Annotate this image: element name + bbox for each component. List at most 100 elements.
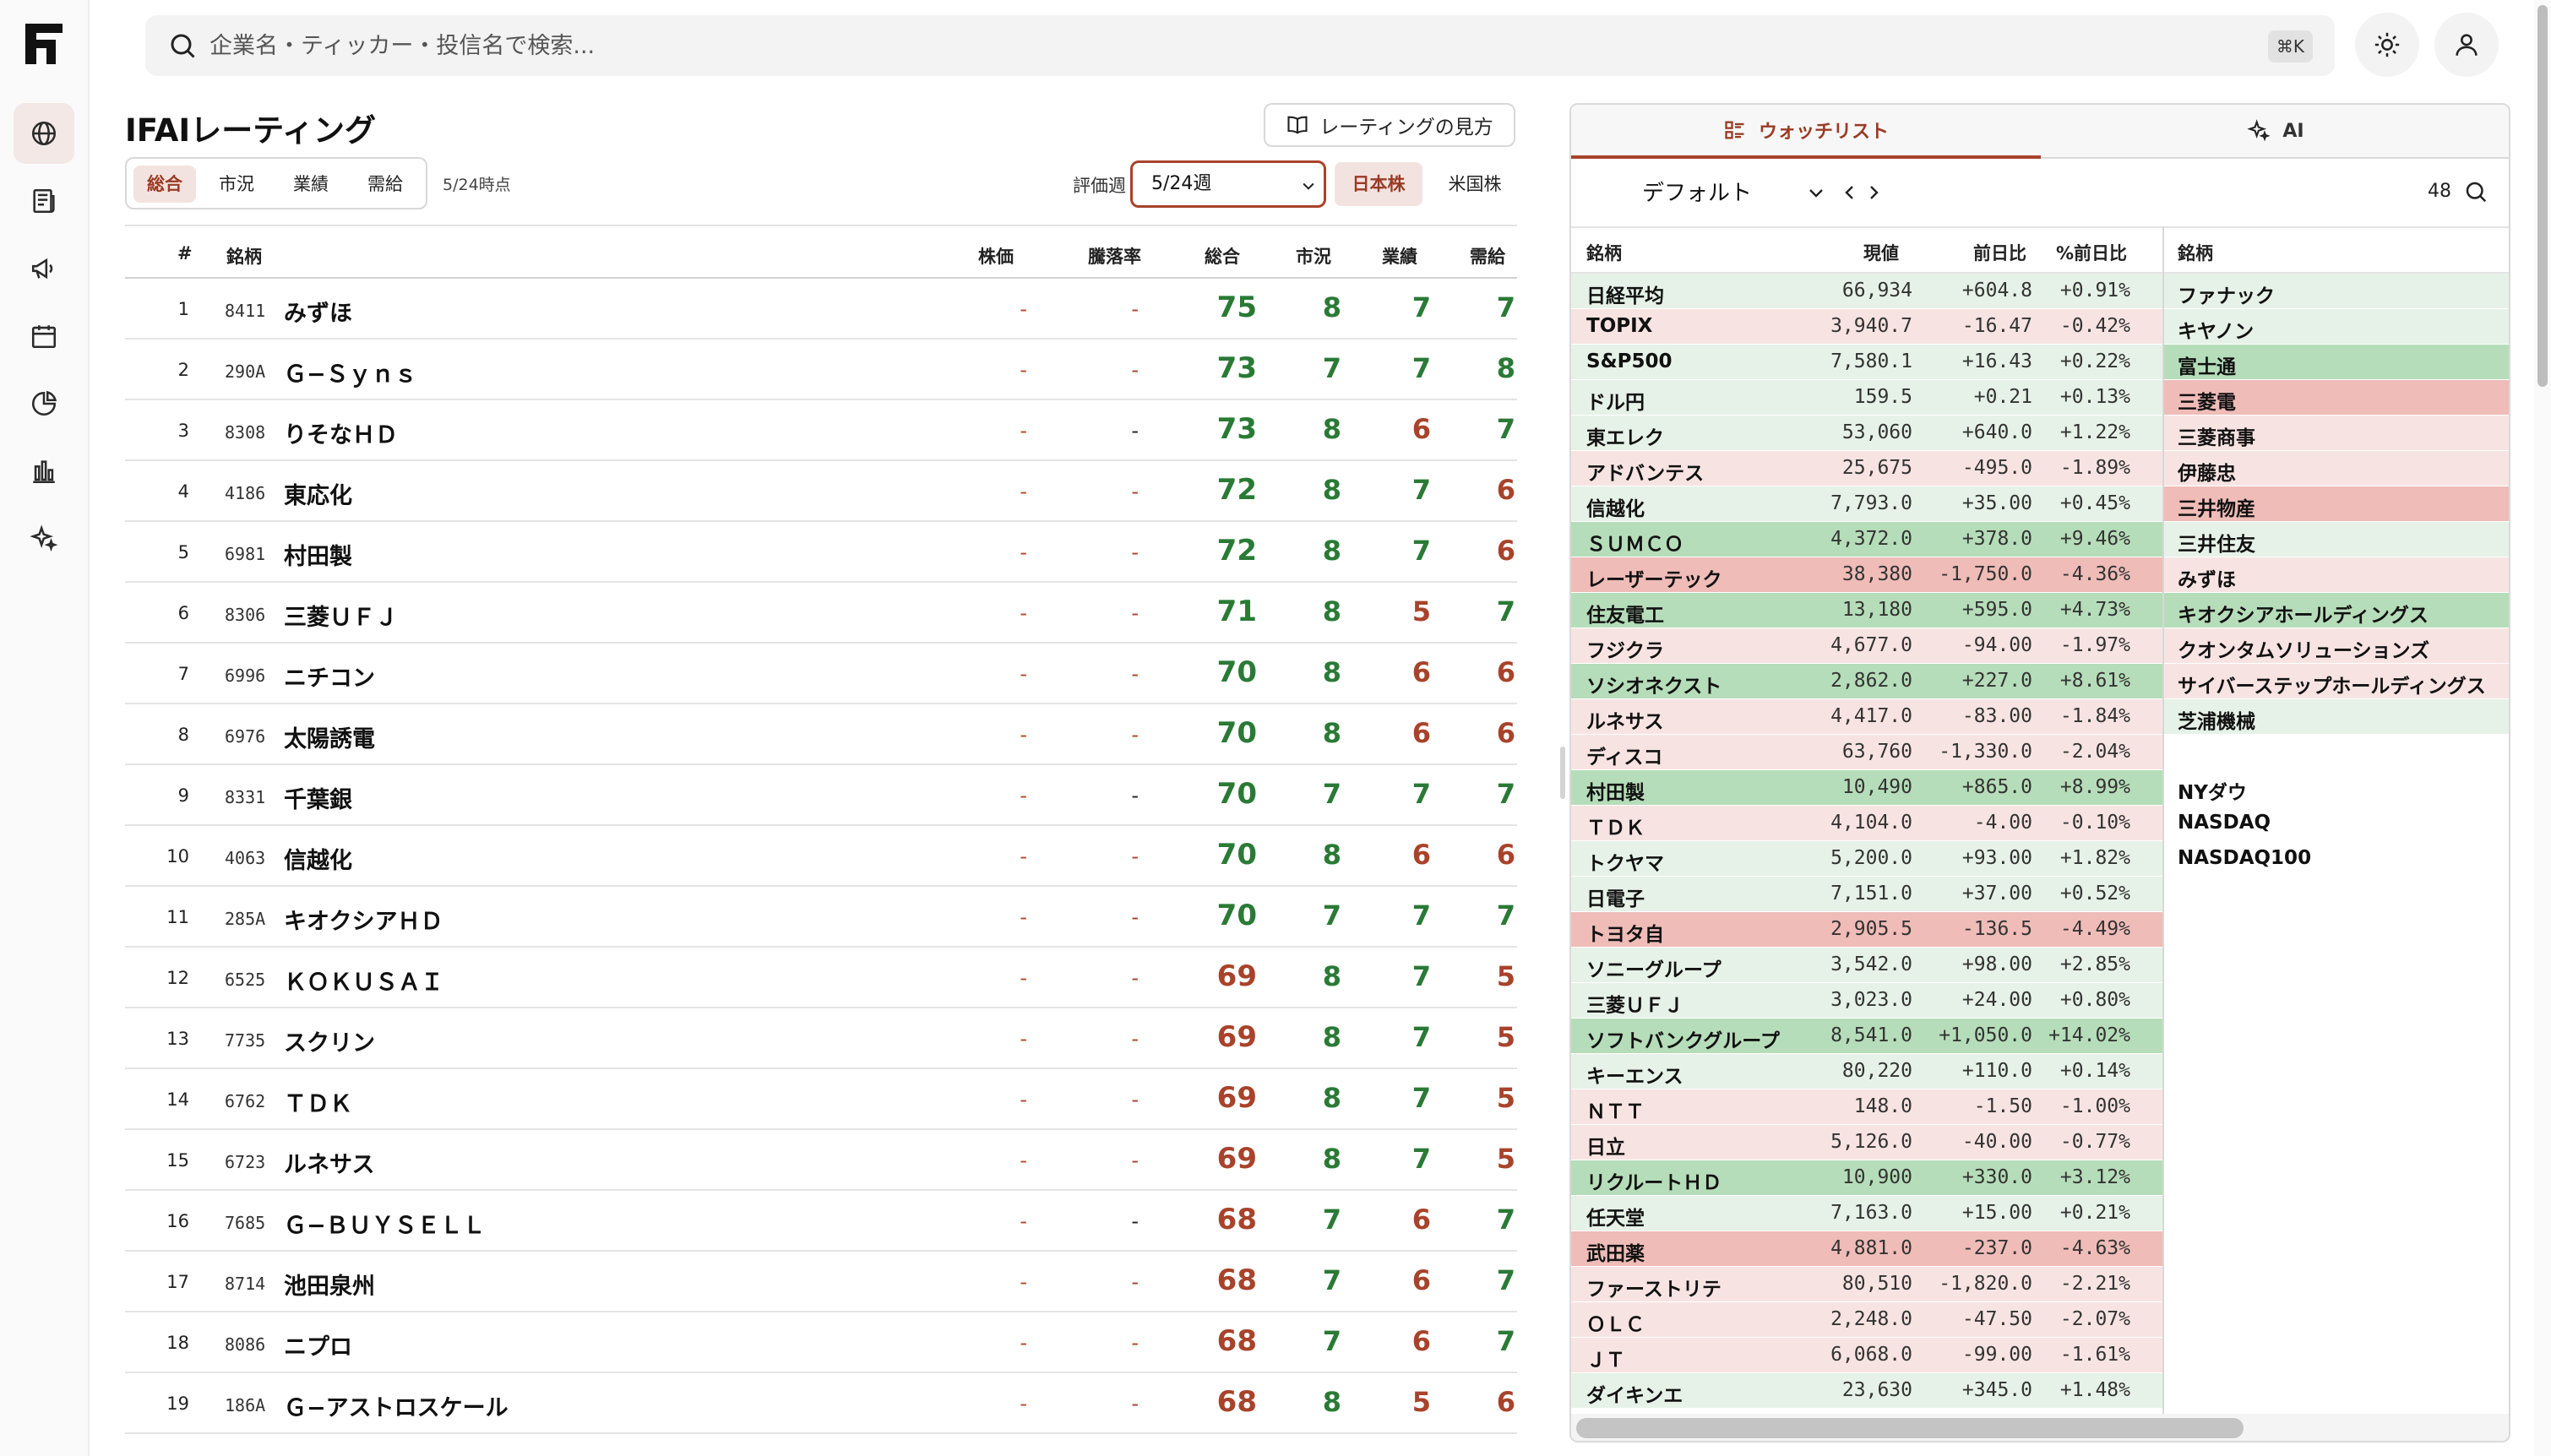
wl-col-name[interactable]: 銘柄 (1586, 240, 1622, 265)
table-row[interactable]: 15 6723 ルネサス - - 69 8 7 5 (125, 1130, 1517, 1191)
list-item[interactable]: 任天堂 7,163.0 +15.00 +0.21% (1571, 1196, 2162, 1231)
page-scrollbar[interactable] (2534, 0, 2551, 1456)
list-item[interactable]: 住友電工 13,180 +595.0 +4.73% (1571, 593, 2162, 628)
list-item[interactable]: サイバーステップホールディングス (2164, 664, 2509, 699)
list-item[interactable]: ＪＴ 6,068.0 -99.00 -1.61% (1571, 1338, 2162, 1373)
app-logo[interactable] (25, 24, 63, 64)
tab-ai[interactable]: AI (2041, 105, 2509, 159)
tab-performance[interactable]: 業績 (277, 166, 345, 203)
search-input[interactable] (209, 20, 2152, 71)
list-item[interactable]: レーザーテック 38,380 -1,750.0 -4.36% (1571, 557, 2162, 593)
nav-globe-button[interactable] (14, 103, 74, 164)
list-item[interactable]: 芝浦機械 (2164, 699, 2509, 735)
list-item[interactable]: NYダウ (2164, 770, 2509, 806)
table-row[interactable]: 5 6981 村田製 - - 72 8 7 6 (125, 522, 1517, 583)
wl-col-change-pct[interactable]: %前日比 (2056, 240, 2127, 265)
list-item[interactable] (2164, 735, 2509, 770)
list-item[interactable]: 三菱ＵＦＪ 3,023.0 +24.00 +0.80% (1571, 983, 2162, 1019)
account-button[interactable] (2434, 13, 2499, 77)
table-row[interactable]: 7 6996 ニチコン - - 70 8 6 6 (125, 644, 1517, 704)
list-item[interactable]: ソシオネクスト 2,862.0 +227.0 +8.61% (1571, 664, 2162, 699)
chevron-left-icon[interactable] (1840, 181, 1860, 204)
eval-week-select[interactable]: 5/24週 (1130, 160, 1326, 208)
table-row[interactable]: 2 290A Ｇ−Ｓｙｎｓ - - 73 7 7 8 (125, 340, 1517, 400)
nav-pie-chart-button[interactable] (14, 373, 74, 434)
list-item[interactable]: ＮＴＴ 148.0 -1.50 -1.00% (1571, 1089, 2162, 1125)
table-row[interactable]: 8 6976 太陽誘電 - - 70 8 6 6 (125, 704, 1517, 765)
tab-supply-demand[interactable]: 需給 (351, 166, 419, 203)
watchlist-select[interactable]: デフォルト (1642, 176, 1752, 207)
list-item[interactable]: フジクラ 4,677.0 -94.00 -1.97% (1571, 628, 2162, 664)
table-row[interactable]: 10 4063 信越化 - - 70 8 6 6 (125, 826, 1517, 887)
table-row[interactable]: 6 8306 三菱ＵＦＪ - - 71 8 5 7 (125, 583, 1517, 644)
list-item[interactable]: 三井物産 (2164, 486, 2509, 522)
list-item[interactable]: ファナック (2164, 274, 2509, 309)
list-item[interactable]: ソフトバンクグループ 8,541.0 +1,050.0 +14.02% (1571, 1019, 2162, 1054)
list-item[interactable]: ＴＤＫ 4,104.0 -4.00 -0.10% (1571, 806, 2162, 841)
table-row[interactable]: 17 8714 池田泉州 - - 68 7 6 7 (125, 1252, 1517, 1312)
table-row[interactable]: 13 7735 スクリン - - 69 8 7 5 (125, 1008, 1517, 1069)
table-row[interactable]: 1 8411 みずほ - - 75 8 7 7 (125, 279, 1517, 340)
list-item[interactable]: 伊藤忠 (2164, 451, 2509, 486)
list-item[interactable]: 日電子 7,151.0 +37.00 +0.52% (1571, 877, 2162, 912)
list-item[interactable]: ＳＵＭＣＯ 4,372.0 +378.0 +9.46% (1571, 522, 2162, 557)
list-item[interactable]: ドル円 159.5 +0.21 +0.13% (1571, 380, 2162, 416)
list-item[interactable]: 三菱商事 (2164, 416, 2509, 451)
list-item[interactable]: S&P500 7,580.1 +16.43 +0.22% (1571, 345, 2162, 380)
table-row[interactable]: 19 186A Ｇ−アストロスケール - - 68 8 5 6 (125, 1373, 1517, 1434)
chevron-down-icon[interactable] (1806, 182, 1826, 203)
list-item[interactable]: ダイキンエ 23,630 +345.0 +1.48% (1571, 1373, 2162, 1409)
horizontal-scrollbar-thumb[interactable] (1576, 1418, 2244, 1438)
list-item[interactable]: トクヤマ 5,200.0 +93.00 +1.82% (1571, 841, 2162, 877)
col-market[interactable]: 市況 (1296, 243, 1331, 269)
list-item[interactable]: ソニーグループ 3,542.0 +98.00 +2.85% (1571, 948, 2162, 983)
wl-col-name-2[interactable]: 銘柄 (2178, 240, 2213, 265)
col-name[interactable]: 銘柄 (226, 243, 262, 269)
list-item[interactable]: NASDAQ (2164, 806, 2509, 841)
col-price[interactable]: 株価 (978, 243, 1014, 269)
list-item[interactable]: NASDAQ100 (2164, 841, 2509, 877)
list-item[interactable]: アドバンテス 25,675 -495.0 -1.89% (1571, 451, 2162, 486)
chevron-right-icon[interactable] (1863, 181, 1884, 204)
table-row[interactable]: 3 8308 りそなＨＤ - - 73 8 6 7 (125, 400, 1517, 461)
page-scrollbar-thumb[interactable] (2537, 5, 2548, 387)
table-row[interactable]: 18 8086 ニプロ - - 68 7 6 7 (125, 1312, 1517, 1373)
col-change-rate[interactable]: 騰落率 (1088, 243, 1141, 269)
list-item[interactable]: 村田製 10,490 +865.0 +8.99% (1571, 770, 2162, 806)
market-jp-button[interactable]: 日本株 (1335, 162, 1422, 206)
list-item[interactable]: キヤノン (2164, 309, 2509, 345)
list-item[interactable]: 武田薬 4,881.0 -237.0 -4.63% (1571, 1231, 2162, 1267)
table-row[interactable]: 16 7685 Ｇ−ＢＵＹＳＥＬＬ - - 68 7 6 7 (125, 1191, 1517, 1252)
col-total[interactable]: 総合 (1205, 243, 1240, 269)
list-item[interactable]: 三井住友 (2164, 522, 2509, 557)
nav-news-button[interactable] (14, 171, 74, 231)
list-item[interactable]: 日経平均 66,934 +604.8 +0.91% (1571, 274, 2162, 309)
tab-overall[interactable]: 総合 (133, 166, 196, 203)
search-icon[interactable] (2463, 179, 2488, 204)
col-supply-demand[interactable]: 需給 (1470, 243, 1505, 269)
tab-watchlist[interactable]: ウォッチリスト (1571, 105, 2041, 159)
list-item[interactable]: キオクシアホールディングス (2164, 593, 2509, 628)
search-bar[interactable]: ⌘K (145, 15, 2335, 76)
wl-col-change[interactable]: 前日比 (1973, 240, 2026, 265)
table-row[interactable]: 4 4186 東応化 - - 72 8 7 6 (125, 461, 1517, 522)
panel-resize-handle[interactable] (1560, 747, 1565, 799)
table-row[interactable]: 12 6525 ＫＯＫＵＳＡＩ - - 69 8 7 5 (125, 948, 1517, 1008)
list-item[interactable]: ルネサス 4,417.0 -83.00 -1.84% (1571, 699, 2162, 735)
list-item[interactable]: 東エレク 53,060 +640.0 +1.22% (1571, 416, 2162, 451)
list-item[interactable]: 三菱電 (2164, 380, 2509, 416)
list-item[interactable]: TOPIX 3,940.7 -16.47 -0.42% (1571, 309, 2162, 345)
list-item[interactable]: 富士通 (2164, 345, 2509, 380)
list-item[interactable]: ＯＬＣ 2,248.0 -47.50 -2.07% (1571, 1302, 2162, 1338)
list-item[interactable]: 信越化 7,793.0 +35.00 +0.45% (1571, 486, 2162, 522)
list-item[interactable]: ディスコ 63,760 -1,330.0 -2.04% (1571, 735, 2162, 770)
horizontal-scrollbar[interactable] (1571, 1414, 2509, 1441)
rating-guide-button[interactable]: レーティングの見方 (1264, 103, 1515, 147)
col-performance[interactable]: 業績 (1382, 243, 1417, 269)
tab-market[interactable]: 市況 (203, 166, 270, 203)
nav-sparkle-button[interactable] (14, 508, 74, 569)
wl-col-price[interactable]: 現値 (1863, 240, 1899, 265)
list-item[interactable]: 日立 5,126.0 -40.00 -0.77% (1571, 1125, 2162, 1160)
nav-bar-chart-button[interactable] (14, 441, 74, 502)
table-row[interactable]: 14 6762 ＴＤＫ - - 69 8 7 5 (125, 1069, 1517, 1130)
